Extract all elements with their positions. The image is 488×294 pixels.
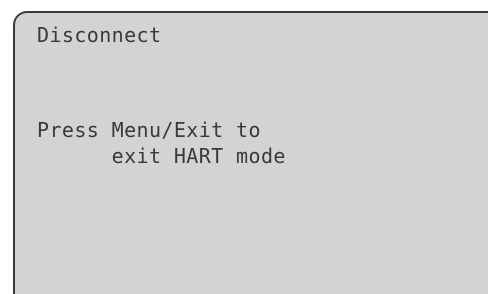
screen-title: Disconnect [37, 23, 162, 47]
instruction-line-1: Press Menu/Exit to [37, 118, 261, 142]
instruction-line-2: exit HART mode [37, 144, 286, 168]
